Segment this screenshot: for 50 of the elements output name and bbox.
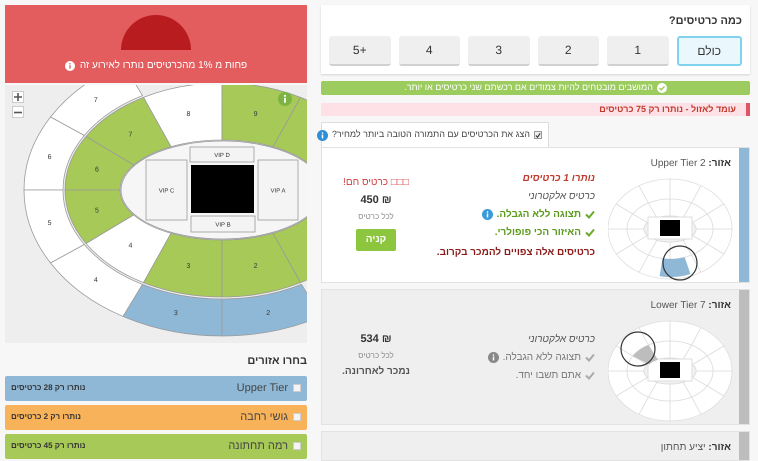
quantity-title: כמה כרטיסים? bbox=[668, 14, 742, 29]
best-value-label: הצג את הכרטיסים עם התמורה הטובה ביותר למחיר? bbox=[332, 128, 530, 142]
gauge-icon bbox=[121, 14, 191, 50]
quantity-option[interactable]: 4 bbox=[398, 36, 460, 66]
zone-checkbox[interactable] bbox=[293, 413, 301, 421]
zone-filter-row[interactable]: רמה תחתונה נותרו רק 45 כרטיסים bbox=[5, 434, 307, 458]
plus-icon bbox=[14, 93, 22, 101]
low-stock-text: עומד לאזול - נותרו רק 75 כרטיסים bbox=[599, 102, 736, 116]
info-icon[interactable] bbox=[278, 92, 292, 106]
remaining-tickets: נותרו 1 כרטיסים bbox=[522, 172, 595, 186]
zone-remaining: נותרו רק 45 כרטיסים bbox=[11, 440, 86, 452]
info-icon bbox=[316, 130, 328, 140]
hot-ticket-label: □□□ כרטיס חם! bbox=[343, 176, 409, 190]
zone-checkbox[interactable] bbox=[293, 384, 301, 392]
sell-out-warning: כרטיסים אלה צפויים להמכר בקרוב. bbox=[436, 246, 595, 260]
ticket-price: ₪ 534 bbox=[360, 332, 392, 348]
zone-name: Upper Tier bbox=[236, 380, 288, 396]
zone-name: רמה תחתונה bbox=[227, 438, 288, 454]
zones-title: בחרו אזורים bbox=[246, 354, 307, 369]
zone-filter-row[interactable]: גושי רחבה נותרו רק 2 כרטיסים bbox=[5, 404, 307, 430]
ticket-price: ₪ 450 bbox=[360, 193, 392, 208]
zone-remaining: נותרו רק 28 כרטיסים bbox=[11, 382, 86, 394]
seat-section[interactable] bbox=[272, 214, 307, 284]
feature-text: אתם תשבו יחד. bbox=[516, 368, 581, 382]
zone-checkbox[interactable] bbox=[293, 442, 301, 450]
zone-name: גושי רחבה bbox=[239, 410, 288, 425]
ticket-type: כרטיס אלקטרוני bbox=[527, 190, 595, 204]
per-ticket-label: לכל כרטיס bbox=[358, 350, 394, 362]
feature-text: תצוגה ללא הגבלה. bbox=[502, 350, 581, 364]
info-icon bbox=[64, 60, 75, 70]
quantity-option[interactable]: 2 bbox=[538, 36, 599, 66]
zoom-out-button[interactable] bbox=[12, 106, 24, 118]
minus-icon bbox=[14, 110, 22, 114]
per-ticket-label: לכל כרטיס bbox=[358, 210, 394, 223]
zone-name: אזור: יציע תחתון bbox=[660, 441, 731, 455]
quantity-option[interactable]: 3 bbox=[468, 36, 530, 66]
best-value-checkbox[interactable] bbox=[534, 131, 542, 139]
zone-remaining: נותרו רק 2 כרטיסים bbox=[11, 411, 81, 423]
ticket-type: כרטיס אלקטרוני bbox=[527, 332, 595, 346]
zoom-in-button[interactable] bbox=[12, 91, 24, 103]
stage bbox=[191, 165, 254, 213]
adjacent-seats-text: המושבים מובטחים להיות צמודים אם רכשתם שני כרטיסים או יותר. bbox=[404, 80, 653, 94]
quantity-option[interactable]: 1 bbox=[607, 36, 668, 66]
seat-section[interactable] bbox=[272, 96, 307, 166]
feature-text: תצוגה ללא הגבלה. bbox=[496, 208, 581, 222]
quantity-option[interactable]: כולם bbox=[676, 36, 742, 66]
quantity-option[interactable]: +5 bbox=[329, 36, 390, 66]
feature-text: האיזור הכי פופולרי. bbox=[494, 226, 581, 240]
availability-text: פחות מ 1% מהכרטיסים נותרו לאירוע זה bbox=[80, 58, 248, 73]
last-sold-note: נמכר לאחרונה. bbox=[342, 364, 410, 379]
